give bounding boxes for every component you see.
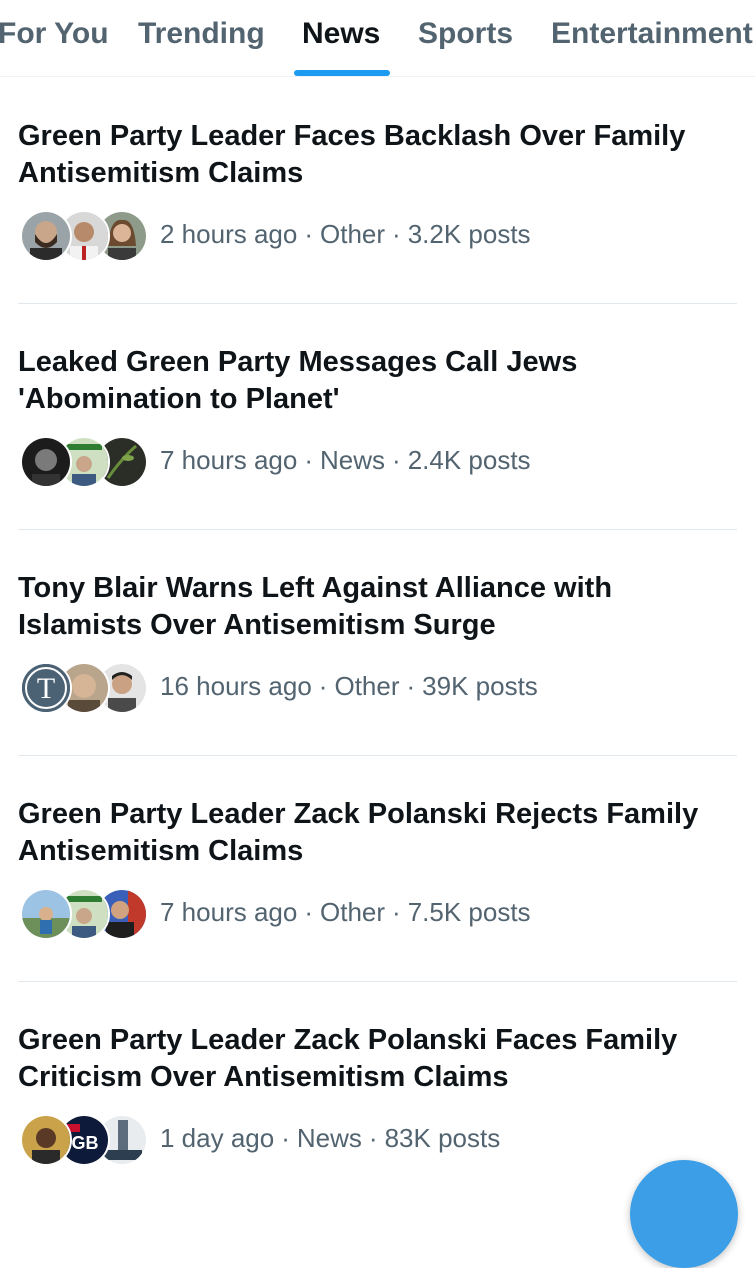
- news-time: 7 hours ago: [160, 445, 298, 475]
- news-title: Green Party Leader Zack Polanski Rejects…: [18, 798, 699, 867]
- man-gold-background-avatar: [20, 1114, 72, 1166]
- tab-entertainment[interactable]: Entertainment: [551, 16, 753, 52]
- outdoor-photo-avatar: [20, 888, 72, 940]
- news-meta: 16 hours ago · Other · 39K posts: [160, 671, 538, 701]
- tab-trending[interactable]: Trending: [138, 16, 265, 52]
- avatar-logo-text: GB: [72, 1133, 99, 1153]
- avatar-group: T: [20, 662, 148, 714]
- news-post-count: 7.5K posts: [407, 897, 531, 927]
- news-post-count: 83K posts: [384, 1123, 501, 1153]
- avatar-group: [20, 436, 148, 488]
- news-meta: 1 day ago · News · 83K posts: [160, 1123, 501, 1153]
- avatar-group: [20, 888, 148, 940]
- dark-portrait-avatar: [20, 436, 72, 488]
- news-title: Leaked Green Party Messages Call Jews 'A…: [18, 346, 578, 415]
- avatar-group: GB: [20, 1114, 148, 1166]
- news-meta: 7 hours ago · Other · 7.5K posts: [160, 897, 531, 927]
- news-meta: 2 hours ago · Other · 3.2K posts: [160, 219, 531, 249]
- news-time: 16 hours ago: [160, 671, 312, 701]
- news-title: Green Party Leader Zack Polanski Faces F…: [18, 1024, 678, 1093]
- avatar-group: [20, 210, 148, 262]
- news-post-count: 2.4K posts: [407, 445, 531, 475]
- news-time: 7 hours ago: [160, 897, 298, 927]
- news-item[interactable]: Green Party Leader Zack Polanski Faces F…: [0, 982, 755, 1208]
- explore-tabs: For You Trending News Sports Entertainme…: [0, 0, 755, 77]
- avatar-letter: T: [37, 672, 55, 705]
- tab-news[interactable]: News: [302, 16, 380, 52]
- news-time: 1 day ago: [160, 1123, 275, 1153]
- news-post-count: 39K posts: [422, 671, 538, 701]
- compose-button[interactable]: [630, 1160, 738, 1268]
- tab-sports[interactable]: Sports: [418, 16, 513, 52]
- news-time: 2 hours ago: [160, 219, 298, 249]
- tab-for-you[interactable]: For You: [0, 16, 109, 52]
- news-category: News: [296, 1123, 362, 1153]
- news-meta: 7 hours ago · News · 2.4K posts: [160, 445, 531, 475]
- news-category: Other: [334, 671, 400, 701]
- news-post-count: 3.2K posts: [407, 219, 531, 249]
- news-item[interactable]: Leaked Green Party Messages Call Jews 'A…: [0, 304, 755, 530]
- news-item[interactable]: Green Party Leader Zack Polanski Rejects…: [0, 756, 755, 982]
- news-title: Tony Blair Warns Left Against Alliance w…: [18, 572, 613, 641]
- active-tab-indicator: [294, 70, 390, 76]
- news-title: Green Party Leader Faces Backlash Over F…: [18, 120, 686, 189]
- news-category: News: [320, 445, 386, 475]
- news-category: Other: [320, 219, 386, 249]
- news-item[interactable]: Green Party Leader Faces Backlash Over F…: [0, 78, 755, 304]
- bearded-man-avatar: [20, 210, 72, 262]
- letter-t-avatar: T: [20, 662, 72, 714]
- news-category: Other: [320, 897, 386, 927]
- news-item[interactable]: Tony Blair Warns Left Against Alliance w…: [0, 530, 755, 756]
